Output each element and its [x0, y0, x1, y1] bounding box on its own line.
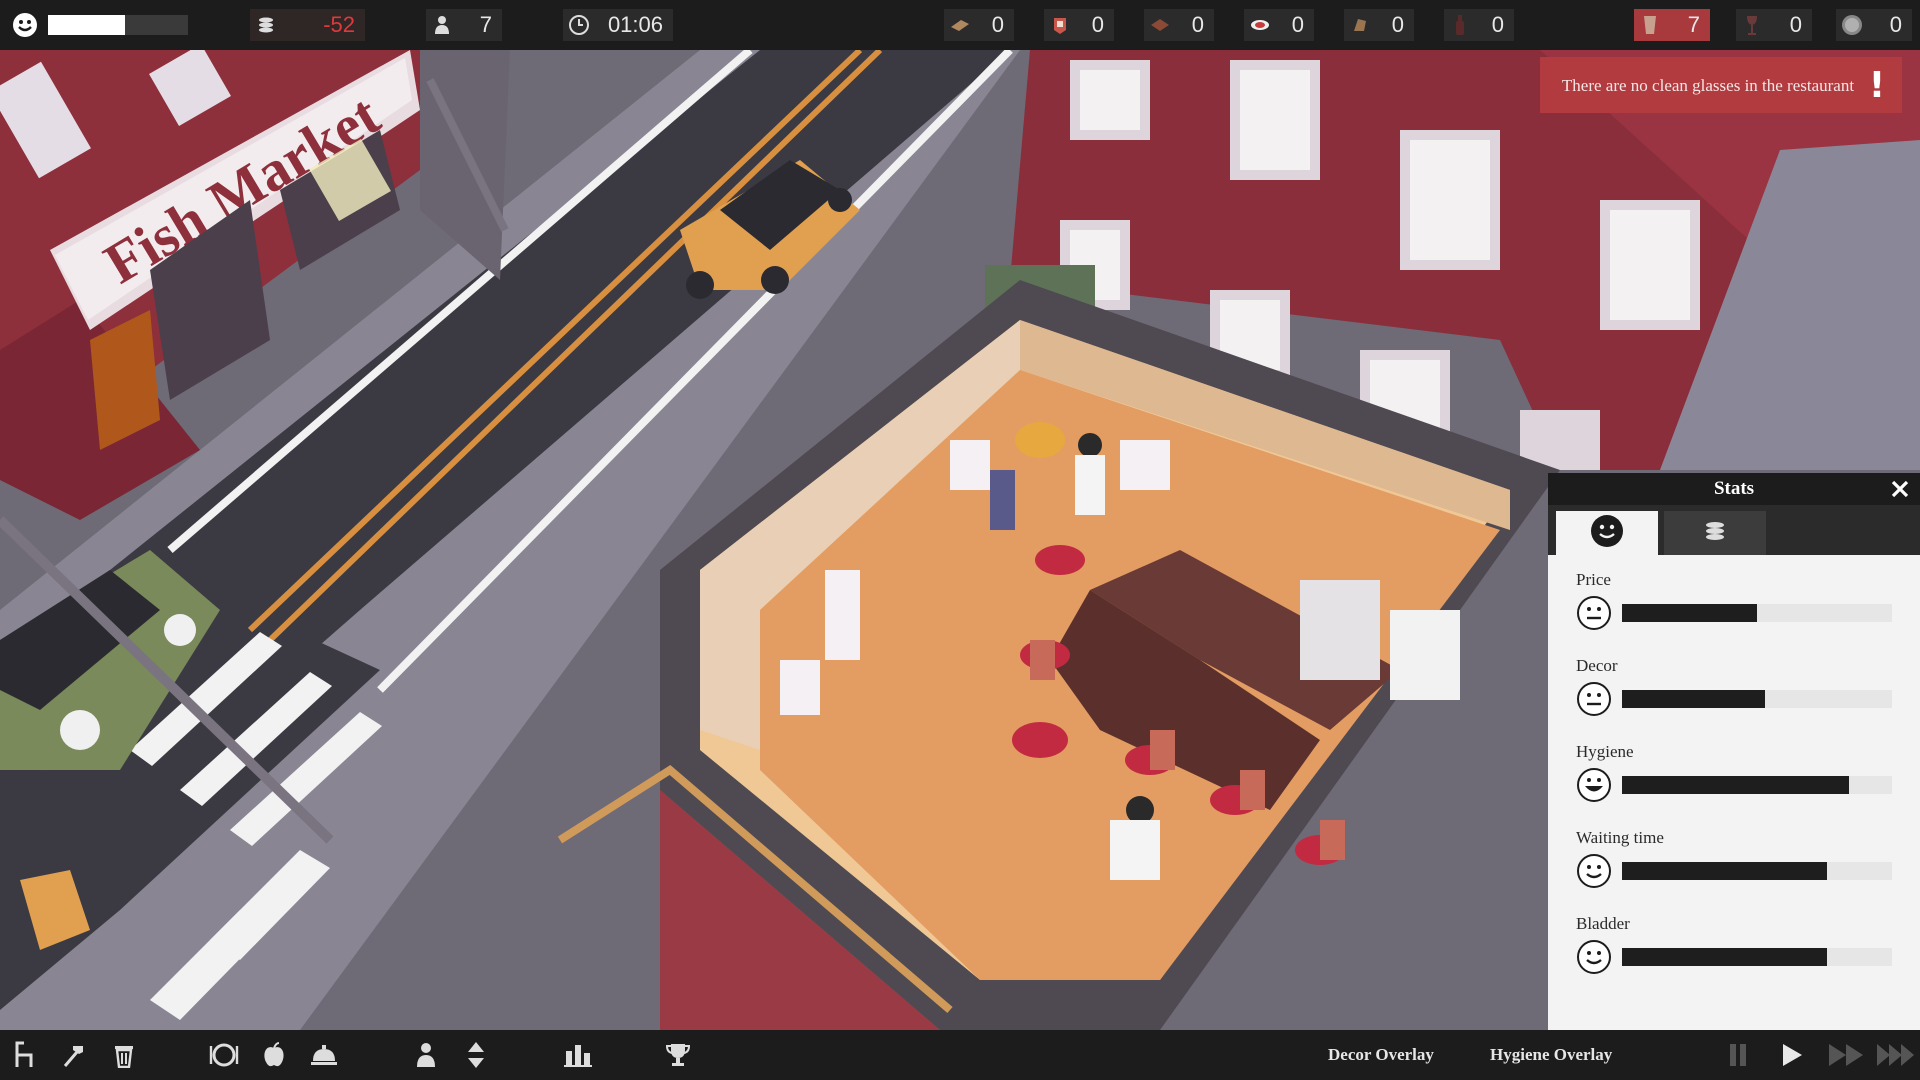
stat-label: Decor — [1576, 656, 1618, 675]
resource-chicken[interactable]: 0 — [1344, 9, 1414, 41]
glass-icon — [1634, 9, 1666, 41]
hygiene-overlay-button[interactable]: Hygiene Overlay — [1490, 1042, 1612, 1068]
plate-icon — [1836, 9, 1868, 41]
time-value: 01:06 — [607, 12, 663, 37]
stat-label: Bladder — [1576, 914, 1630, 933]
apple-icon[interactable] — [258, 1039, 290, 1071]
exclamation-icon: ! — [1868, 64, 1886, 106]
resource-fish[interactable]: 0 — [1244, 9, 1314, 41]
glasses-value: 7 — [1687, 12, 1700, 37]
fastest-forward-icon[interactable] — [1876, 1039, 1916, 1071]
bottle-icon — [1444, 9, 1476, 41]
stat-label: Price — [1576, 570, 1611, 589]
neutral-face-icon — [1577, 596, 1611, 630]
notification-text: There are no clean glasses in the restau… — [1561, 75, 1855, 95]
stats-panel: Stats Price Decor Hygiene Waiting time B… — [1548, 473, 1920, 1030]
bottom-toolbar: Decor Overlay Hygiene Overlay — [0, 1030, 1920, 1080]
tab-happiness[interactable] — [1556, 511, 1658, 555]
neutral-face-icon — [1577, 682, 1611, 716]
resource-value: 0 — [991, 12, 1004, 37]
stat-label: Waiting time — [1576, 828, 1664, 847]
resource-cheese[interactable]: 0 — [1044, 9, 1114, 41]
stat-fill — [1622, 862, 1828, 880]
stat-bar — [1622, 862, 1892, 880]
bread-icon — [944, 9, 976, 41]
money-value: -52 — [323, 12, 355, 37]
stat-fill — [1622, 604, 1757, 622]
pause-icon[interactable] — [1722, 1039, 1754, 1071]
stat-fill — [1622, 948, 1828, 966]
meat-icon — [1144, 9, 1176, 41]
stat-bar — [1622, 604, 1892, 622]
resource-value: 0 — [1491, 12, 1504, 37]
clock-icon — [563, 9, 595, 41]
stats-title: Stats — [1713, 478, 1755, 499]
plate-dome-icon[interactable] — [208, 1039, 240, 1071]
clock-display: 01:06 — [563, 9, 673, 41]
stat-label: Hygiene — [1576, 742, 1634, 761]
plate-value: 0 — [1889, 12, 1902, 37]
resource-value: 0 — [1091, 12, 1104, 37]
dirty-glasses-counter[interactable]: 7 — [1634, 9, 1710, 41]
customer-counter[interactable]: 7 — [426, 9, 502, 41]
top-resource-bar: -52 7 01:06 0 0 0 0 0 0 7 0 0 — [0, 0, 1920, 50]
fish-icon — [1244, 9, 1276, 41]
chicken-icon — [1344, 9, 1376, 41]
plate-counter[interactable]: 0 — [1836, 9, 1912, 41]
bar-chart-icon[interactable] — [562, 1039, 594, 1071]
stat-fill — [1622, 690, 1766, 708]
hammer-icon[interactable] — [58, 1039, 90, 1071]
wine-glass-counter[interactable]: 0 — [1736, 9, 1812, 41]
service-bell-icon[interactable] — [308, 1039, 340, 1071]
trash-icon[interactable] — [108, 1039, 140, 1071]
notification-banner[interactable]: There are no clean glasses in the restau… — [1540, 57, 1902, 113]
resource-meat[interactable]: 0 — [1144, 9, 1214, 41]
stat-row-hygiene: Hygiene — [1576, 741, 1892, 827]
stat-bar — [1622, 690, 1892, 708]
move-vertical-icon[interactable] — [460, 1039, 492, 1071]
tab-finances[interactable] — [1664, 511, 1766, 555]
stat-row-price: Price — [1576, 569, 1892, 655]
fast-forward-icon[interactable] — [1826, 1039, 1866, 1071]
smiley-icon — [9, 9, 41, 41]
close-icon[interactable] — [1886, 475, 1914, 503]
resource-bread[interactable]: 0 — [944, 9, 1014, 41]
grin-face-icon — [1577, 768, 1611, 802]
stat-row-waiting-time: Waiting time — [1576, 827, 1892, 913]
stat-fill — [1622, 776, 1849, 794]
stat-bar — [1622, 948, 1892, 966]
coin-stack-icon — [250, 9, 282, 41]
stat-row-bladder: Bladder — [1576, 913, 1892, 999]
wine-value: 0 — [1789, 12, 1802, 37]
coin-stack-icon — [1704, 520, 1726, 547]
resource-value: 0 — [1291, 12, 1304, 37]
stats-list: Price Decor Hygiene Waiting time Bladder — [1548, 555, 1920, 999]
stat-row-decor: Decor — [1576, 655, 1892, 741]
cheese-icon — [1044, 9, 1076, 41]
smile-face-icon — [1577, 940, 1611, 974]
play-icon[interactable] — [1776, 1039, 1808, 1071]
stat-bar — [1622, 776, 1892, 794]
staff-icon[interactable] — [410, 1039, 442, 1071]
resource-bottle[interactable]: 0 — [1444, 9, 1514, 41]
resource-value: 0 — [1191, 12, 1204, 37]
stats-tabs — [1548, 505, 1920, 555]
trophy-icon[interactable] — [662, 1039, 694, 1071]
smiley-icon — [1590, 514, 1624, 553]
happiness-meter — [48, 15, 188, 35]
money-counter[interactable]: -52 — [250, 9, 365, 41]
wine-glass-icon — [1736, 9, 1768, 41]
customer-value: 7 — [479, 12, 492, 37]
decor-overlay-button[interactable]: Decor Overlay — [1328, 1042, 1434, 1068]
chair-icon[interactable] — [8, 1039, 40, 1071]
resource-value: 0 — [1391, 12, 1404, 37]
stats-header: Stats — [1548, 473, 1920, 505]
smile-face-icon — [1577, 854, 1611, 888]
person-icon — [426, 9, 458, 41]
